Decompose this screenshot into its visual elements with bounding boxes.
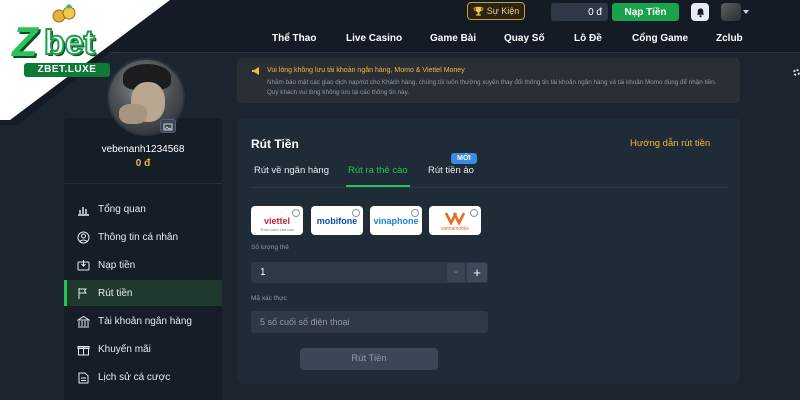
bell-icon [696, 7, 704, 17]
logo-mark[interactable]: Z [12, 18, 38, 66]
sidebar-item-label: Thông tin cá nhân [98, 231, 179, 243]
provider-vietnamobile[interactable]: vietnamobile [429, 206, 481, 235]
logo-domain: ZBET.LUXE [24, 63, 110, 77]
events-label: Sự Kiện [486, 6, 520, 16]
header-divider [0, 52, 800, 53]
withdraw-card [237, 118, 740, 384]
megaphone-icon [252, 67, 259, 75]
provider-name: vietnamobile [440, 226, 470, 232]
nav-live-casino[interactable]: Live Casino [346, 33, 402, 44]
settings-icon[interactable] [793, 69, 800, 76]
sidebar-item-overview[interactable]: Tổng quan [64, 196, 222, 222]
profile-balance: 0 đ [135, 158, 151, 169]
header-balance: 0 đ [551, 3, 608, 21]
notice-title: Vui lòng không lưu tài khoản ngân hàng, … [267, 67, 465, 74]
trophy-icon [473, 6, 483, 16]
account-menu-avatar[interactable] [721, 3, 749, 21]
quantity-label: Số lượng thẻ [251, 244, 289, 251]
provider-name: vinaphone [373, 215, 419, 226]
coins-icon [52, 4, 76, 23]
provider-radio[interactable] [411, 209, 419, 217]
provider-radio[interactable] [470, 209, 478, 217]
provider-name: mobifone [316, 215, 358, 226]
active-tab-indicator [346, 185, 410, 187]
sidebar-item-label: Tổng quan [98, 203, 146, 215]
verification-code-input[interactable] [251, 311, 488, 333]
profile-username: vebenanh1234568 [101, 144, 185, 155]
sidebar-item-deposit[interactable]: Nạp tiền [64, 252, 222, 278]
nav-game-portal[interactable]: Cổng Game [632, 33, 688, 44]
quantity-decrease-button[interactable]: - [447, 263, 465, 282]
tab-withdraw-card[interactable]: Rút ra thẻ cào [348, 165, 408, 176]
nav-zclub[interactable]: Zclub [716, 33, 743, 44]
events-button[interactable]: Sự Kiện [467, 2, 525, 20]
tabs-divider [251, 187, 727, 188]
provider-radio[interactable] [352, 209, 360, 217]
notification-button[interactable] [691, 3, 709, 21]
quantity-increase-button[interactable]: + [467, 263, 487, 282]
verification-code-label: Mã xác thực [251, 295, 287, 302]
tab-withdraw-crypto[interactable]: Rút tiền ảo [428, 165, 474, 176]
history-icon [76, 370, 90, 384]
provider-vinaphone[interactable]: vinaphone [370, 206, 422, 235]
sidebar-item-label: Rút tiền [98, 287, 133, 299]
sidebar-item-bet-history[interactable]: Lịch sử cá cược [64, 364, 222, 390]
nav-card-games[interactable]: Game Bài [430, 33, 476, 44]
provider-tagline: Theo cách của bạn [259, 227, 295, 232]
provider-name: viettel [263, 215, 290, 226]
sidebar-item-promotions[interactable]: Khuyến mãi [64, 336, 222, 362]
vietnamobile-logo-icon [444, 211, 466, 225]
notice-body: Nhằm bảo mật các giao dịch nạp/rút cho K… [267, 79, 717, 96]
logo-wordmark[interactable]: bet [43, 23, 96, 63]
page-title: Rút Tiền [251, 137, 299, 151]
sidebar-divider [64, 183, 222, 184]
nav-lo-de[interactable]: Lô Đề [574, 33, 602, 44]
sidebar-item-profile[interactable]: Thông tin cá nhân [64, 224, 222, 250]
withdraw-icon [76, 286, 90, 300]
sidebar-item-label: Nạp tiền [98, 259, 136, 271]
provider-radio[interactable] [292, 209, 300, 217]
provider-viettel[interactable]: viettel Theo cách của bạn [251, 206, 303, 235]
nav-sports[interactable]: Thể Thao [272, 33, 316, 44]
bank-icon [76, 314, 90, 328]
sidebar-item-label: Tài khoản ngân hàng [98, 315, 192, 327]
gift-icon [76, 342, 90, 356]
withdraw-guide-link[interactable]: Hướng dẫn rút tiền [630, 138, 710, 149]
withdraw-submit-button[interactable]: Rút Tiền [300, 348, 438, 370]
sidebar-item-bank-account[interactable]: Tài khoản ngân hàng [64, 308, 222, 334]
nav-lottery[interactable]: Quay Số [504, 33, 545, 44]
change-avatar-button[interactable] [160, 119, 176, 133]
sidebar-item-label: Lịch sử cá cược [98, 371, 171, 383]
deposit-icon [76, 258, 90, 272]
provider-mobifone[interactable]: mobifone [311, 206, 363, 235]
deposit-button[interactable]: Nạp Tiền [612, 3, 679, 21]
chart-icon [76, 202, 90, 216]
sidebar-item-label: Khuyến mãi [98, 343, 151, 355]
tab-withdraw-bank[interactable]: Rút về ngân hàng [254, 165, 329, 176]
image-icon [163, 123, 173, 131]
user-icon [76, 230, 90, 244]
new-badge: MỚI [451, 153, 477, 164]
sidebar-item-withdraw[interactable]: Rút tiền [64, 280, 222, 306]
